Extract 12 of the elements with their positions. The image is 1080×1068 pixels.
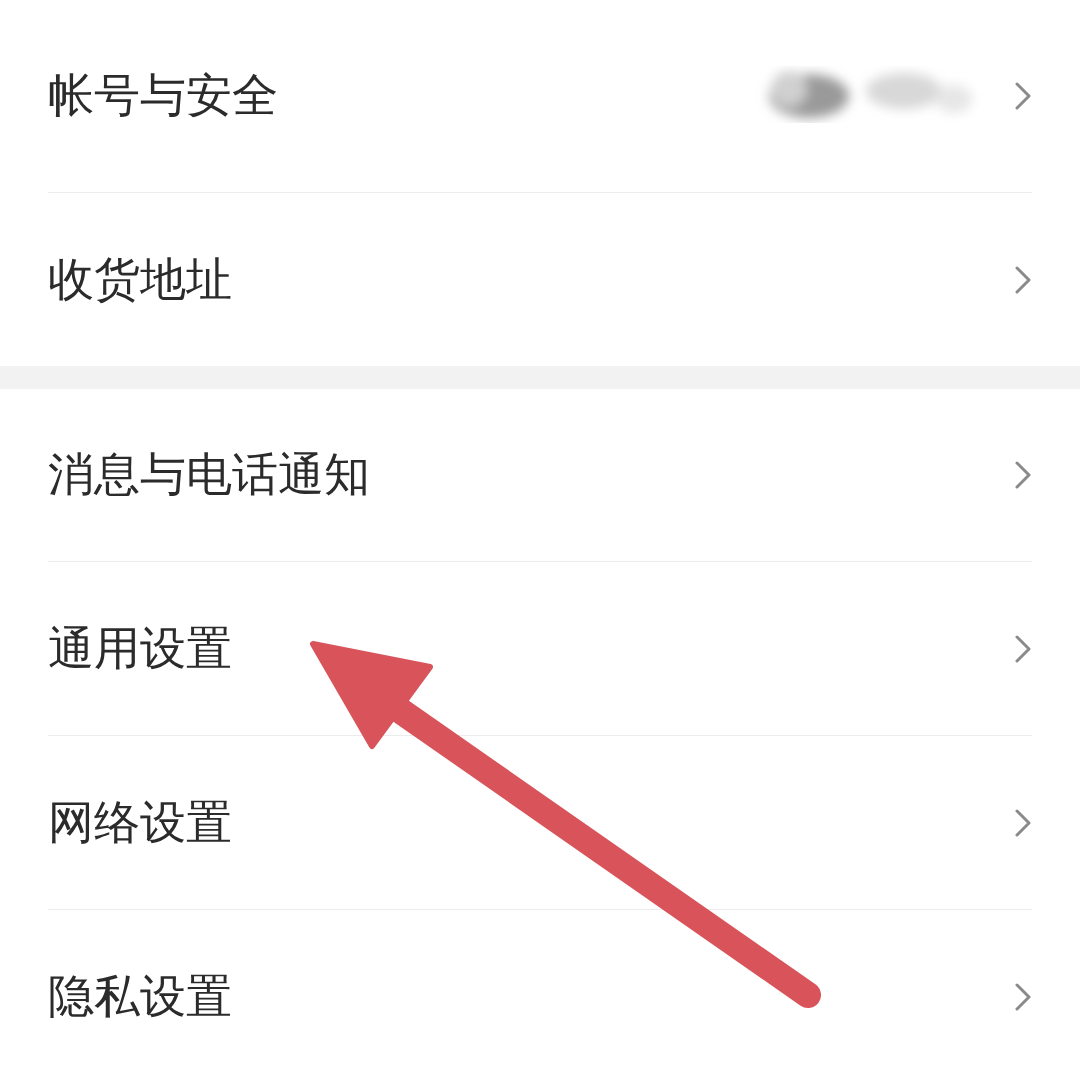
chevron-icon bbox=[1014, 981, 1032, 1012]
chevron-icon bbox=[1014, 264, 1032, 295]
settings-item-label[interactable]: 收货地址 bbox=[48, 248, 1014, 311]
settings-item-label[interactable]: 消息与电话通知 bbox=[48, 444, 1014, 506]
chevron-icon bbox=[1014, 807, 1032, 838]
chevron-icon bbox=[1014, 633, 1032, 664]
settings-item-label[interactable]: 隐私设置 bbox=[48, 965, 1014, 1028]
settings-item-label[interactable]: 通用设置 bbox=[48, 617, 1014, 680]
settings-item-label[interactable]: 帐号与安全 bbox=[48, 65, 754, 127]
settings-item-label[interactable]: 网络设置 bbox=[48, 791, 1014, 854]
chevron-icon bbox=[1014, 460, 1032, 490]
chevron-icon bbox=[1014, 81, 1032, 111]
